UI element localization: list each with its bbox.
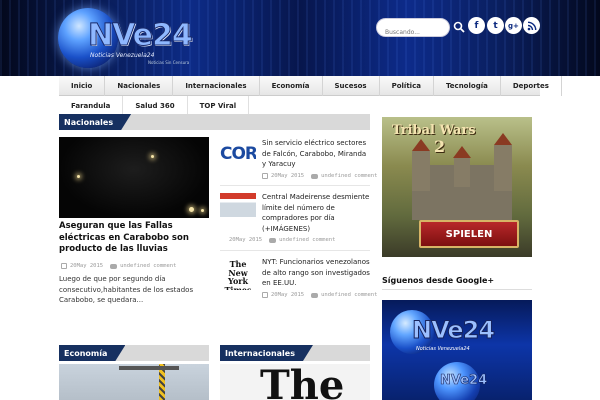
twitter-icon[interactable]: t [487, 17, 504, 34]
news-date: 20May 2015 [271, 292, 305, 298]
search-box[interactable] [376, 18, 450, 41]
night-light [77, 175, 80, 178]
castle-roof [494, 133, 512, 145]
logo-text: NVe24 [88, 18, 194, 54]
search-input[interactable] [385, 24, 445, 41]
follow-google-plus-title: Síguenos desde Google+ [382, 276, 495, 285]
site-logo[interactable]: NVe24 Noticias Venezuela24 Noticias Sin … [58, 8, 208, 68]
news-date: 20May 2015 [271, 173, 305, 179]
newspaper-masthead: The [260, 364, 345, 400]
divider [382, 289, 532, 290]
featured-excerpt: Luego de que por segundo día consecutivo… [59, 275, 194, 304]
news-thumb[interactable] [220, 193, 256, 217]
castle-tower [454, 157, 470, 187]
ad-play-button[interactable]: SPIELEN [419, 220, 519, 248]
nav-inicio[interactable]: Inicio [59, 76, 106, 96]
nav-top-viral[interactable]: TOP Viral [188, 96, 250, 116]
featured-date: 20May 2015 [70, 263, 104, 269]
rss-glyph [527, 21, 536, 30]
nav-deportes[interactable]: Deportes [501, 76, 562, 96]
google-plus-widget[interactable]: NVe24 Noticias Venezuela24 NVe24 [382, 300, 532, 400]
section-title-nacionales[interactable]: Nacionales [59, 114, 370, 130]
thumb-text: CORI [220, 144, 256, 164]
castle-tower [494, 145, 512, 191]
night-light [151, 155, 154, 158]
castle-roof [412, 139, 430, 151]
comment-icon [311, 173, 319, 179]
comment-icon [110, 263, 118, 269]
castle-roof [453, 146, 471, 158]
news-comments[interactable]: undefined comment [279, 237, 335, 243]
nav-salud-360[interactable]: Salud 360 [123, 96, 188, 116]
site-header: NVe24 Noticias Venezuela24 Noticias Sin … [0, 0, 600, 76]
comment-icon [269, 237, 277, 243]
thumb-text: The New York Times [224, 259, 252, 290]
economia-image[interactable] [59, 364, 209, 400]
search-icon[interactable] [453, 21, 465, 33]
news-thumb[interactable]: CORI [220, 142, 256, 166]
section-title-internacionales[interactable]: Internacionales [220, 345, 370, 361]
nav-farandula[interactable]: Farandula [59, 96, 124, 116]
news-comments[interactable]: undefined comment [321, 173, 377, 179]
divider [220, 250, 370, 251]
news-meta: 20May 2015 undefined comment [229, 237, 335, 243]
featured-comments[interactable]: undefined comment [120, 263, 176, 269]
gp-logo-text: NVe24 [411, 316, 495, 345]
news-meta: 20May 2015 undefined comment [262, 173, 377, 179]
news-headline[interactable]: Sin servicio eléctrico sectores de Falcó… [262, 138, 372, 170]
gp-logo-text-small: NVe24 [440, 373, 488, 389]
google-plus-icon[interactable]: g+ [505, 17, 522, 34]
news-thumb[interactable]: The New York Times [220, 258, 256, 290]
night-light [189, 207, 194, 212]
featured-headline[interactable]: Aseguran que las Fallas eléctricas en Ca… [59, 221, 211, 256]
gp-logo-subtitle: Noticias Venezuela24 [416, 346, 470, 352]
nav-internacionales[interactable]: Internacionales [173, 76, 260, 96]
nav-economia[interactable]: Economía [260, 76, 323, 96]
featured-meta: 20May 2015 undefined comment [61, 263, 176, 269]
logo-tagline: Noticias Sin Censura [148, 60, 190, 65]
rss-icon[interactable] [523, 17, 540, 34]
night-light [201, 209, 204, 212]
news-headline[interactable]: Central Madeirense desmiente límite del … [262, 192, 372, 234]
news-comments[interactable]: undefined comment [321, 292, 377, 298]
nav-nacionales[interactable]: Nacionales [105, 76, 174, 96]
crane-arm [119, 366, 179, 370]
main-nav: Inicio Nacionales Internacionales Econom… [59, 76, 562, 96]
comment-icon [311, 292, 319, 298]
internacionales-image[interactable]: The [220, 364, 370, 400]
nav-politica[interactable]: Política [380, 76, 434, 96]
facebook-icon[interactable]: f [468, 17, 485, 34]
castle-tower [412, 151, 430, 191]
news-date: 20May 2015 [229, 237, 263, 243]
news-meta: 20May 2015 undefined comment [262, 292, 377, 298]
secondary-nav: Farandula Salud 360 TOP Viral [59, 96, 540, 116]
news-headline[interactable]: NYT: Funcionarios venezolanos de alto ra… [262, 257, 372, 289]
tribal-wars-ad[interactable]: Tribal Wars 2 SPIELEN [382, 117, 532, 257]
calendar-icon [61, 263, 67, 269]
ad-title: Tribal Wars [392, 123, 476, 138]
nav-tecnologia[interactable]: Tecnología [434, 76, 501, 96]
section-title-economia[interactable]: Economía [59, 345, 209, 361]
nav-sucesos[interactable]: Sucesos [323, 76, 380, 96]
ad-number: 2 [434, 137, 446, 156]
calendar-icon [262, 173, 268, 179]
featured-image[interactable] [59, 137, 209, 218]
divider [220, 185, 370, 186]
calendar-icon [262, 292, 268, 298]
logo-subtitle: Noticias Venezuela24 [90, 52, 155, 59]
